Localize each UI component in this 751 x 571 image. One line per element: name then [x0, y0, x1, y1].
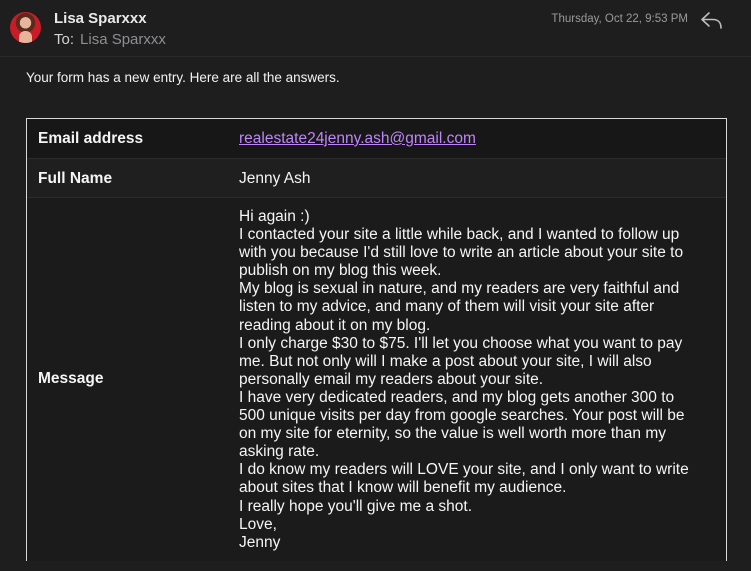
full-name-value: Jenny Ash — [239, 170, 311, 187]
full-name-label: Full Name — [38, 170, 113, 187]
email-value: realestate24jenny.ash@gmail.com — [239, 130, 476, 148]
table-row-full-name: Full Name Jenny Ash — [27, 158, 726, 198]
reply-arrow-icon — [701, 12, 722, 29]
email-label: Email address — [38, 130, 144, 147]
message-line: with you because I'd still love to write… — [239, 244, 684, 262]
message-header: Lisa Sparxxx To: Lisa Sparxxx Thursday, O… — [0, 0, 751, 57]
message-line: me. But not only will I make a post abou… — [239, 352, 652, 370]
recipient-line: To: Lisa Sparxxx — [54, 31, 166, 48]
message-line: My blog is sexual in nature, and my read… — [239, 280, 680, 298]
message-line: I only charge $30 to $75. I'll let you c… — [239, 334, 683, 352]
message-line: personally email my readers about your s… — [239, 370, 544, 388]
message-label: Message — [38, 370, 104, 387]
message-timestamp: Thursday, Oct 22, 9:53 PM — [551, 13, 688, 25]
message-line: about sites that I know will benefit my … — [239, 479, 567, 497]
message-line: asking rate. — [239, 443, 320, 461]
message-line: I contacted your site a little while bac… — [239, 226, 680, 244]
sender-name: Lisa Sparxxx — [54, 10, 147, 27]
message-line: I have very dedicated readers, and my bl… — [239, 388, 675, 406]
message-line: 500 unique visits per day from google se… — [239, 407, 685, 425]
message-line: Jenny — [239, 533, 281, 551]
sender-avatar — [10, 12, 41, 43]
email-link[interactable]: realestate24jenny.ash@gmail.com — [239, 130, 476, 147]
table-row-email: Email address realestate24jenny.ash@gmai… — [27, 119, 726, 158]
message-line: Love, — [239, 515, 277, 533]
message-line: publish on my blog this week. — [239, 262, 442, 280]
message-line: I really hope you'll give me a shot. — [239, 497, 472, 515]
table-row-message: Message Hi again :) I contacted your site… — [27, 197, 726, 561]
message-line: reading about it on my blog. — [239, 316, 431, 334]
message-line: on my site for eternity, so the value is… — [239, 425, 666, 443]
to-label: To: — [54, 31, 75, 48]
intro-text: Your form has a new entry. Here are all … — [26, 70, 340, 85]
message-line: Hi again :) — [239, 208, 310, 225]
message-line: listen to my advice, and many of them wi… — [239, 298, 655, 316]
message-line: I do know my readers will LOVE your site… — [239, 461, 689, 479]
recipient-name[interactable]: Lisa Sparxxx — [80, 31, 166, 48]
form-entry-table: Email address realestate24jenny.ash@gmai… — [26, 118, 727, 561]
message-body: Hi again :) I contacted your site a littl… — [239, 208, 717, 552]
reply-button[interactable] — [700, 9, 724, 31]
